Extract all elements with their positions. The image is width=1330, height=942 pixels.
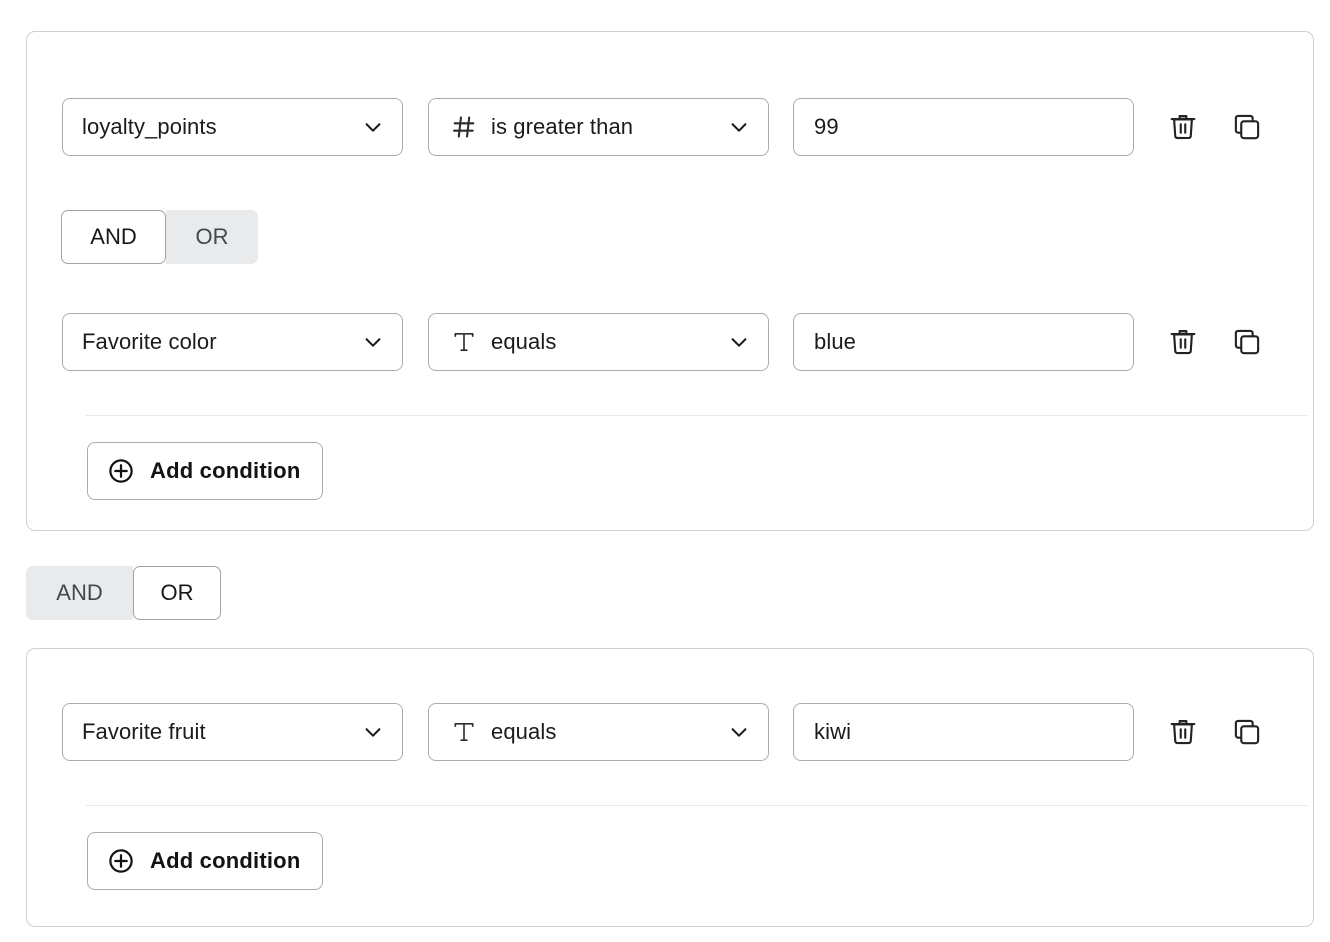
operator-select-label: equals (491, 329, 728, 355)
condition-row: loyalty_points is greater than (62, 98, 1268, 156)
row-actions (1162, 711, 1268, 753)
row-actions (1162, 321, 1268, 363)
delete-condition-button[interactable] (1162, 711, 1204, 753)
value-input-text: 99 (814, 114, 839, 140)
group-divider (86, 805, 1307, 806)
chevron-down-icon (362, 116, 384, 138)
add-condition-label: Add condition (150, 848, 300, 874)
condition-row: Favorite fruit equa (62, 703, 1268, 761)
delete-condition-button[interactable] (1162, 321, 1204, 363)
condition-group-2: Favorite fruit equa (26, 648, 1314, 927)
chevron-down-icon (362, 331, 384, 353)
trash-icon (1168, 327, 1198, 357)
operator-select[interactable]: equals (428, 313, 769, 371)
trash-icon (1168, 717, 1198, 747)
chevron-down-icon (728, 721, 750, 743)
field-select[interactable]: loyalty_points (62, 98, 403, 156)
condition-builder: loyalty_points is greater than (0, 0, 1330, 942)
inner-logic-or-button[interactable]: OR (166, 210, 258, 264)
chevron-down-icon (728, 331, 750, 353)
plus-circle-icon (106, 846, 136, 876)
add-condition-label: Add condition (150, 458, 300, 484)
operator-select-label: is greater than (491, 114, 728, 140)
duplicate-condition-button[interactable] (1226, 106, 1268, 148)
field-select-label: loyalty_points (82, 114, 217, 140)
duplicate-condition-button[interactable] (1226, 711, 1268, 753)
condition-group-1: loyalty_points is greater than (26, 31, 1314, 531)
field-select[interactable]: Favorite fruit (62, 703, 403, 761)
delete-condition-button[interactable] (1162, 106, 1204, 148)
add-condition-button[interactable]: Add condition (87, 442, 323, 500)
add-condition-button[interactable]: Add condition (87, 832, 323, 890)
trash-icon (1168, 112, 1198, 142)
value-input[interactable]: blue (793, 313, 1134, 371)
copy-icon (1232, 112, 1262, 142)
text-icon (449, 717, 479, 747)
condition-row: Favorite color equa (62, 313, 1268, 371)
value-input[interactable]: kiwi (793, 703, 1134, 761)
inner-logic-and-button[interactable]: AND (61, 210, 166, 264)
chevron-down-icon (362, 721, 384, 743)
copy-icon (1232, 327, 1262, 357)
operator-select[interactable]: equals (428, 703, 769, 761)
text-icon (449, 327, 479, 357)
row-actions (1162, 106, 1268, 148)
outer-logic-and-button[interactable]: AND (26, 566, 133, 620)
field-select-label: Favorite fruit (82, 719, 206, 745)
chevron-down-icon (728, 116, 750, 138)
field-select[interactable]: Favorite color (62, 313, 403, 371)
operator-select[interactable]: is greater than (428, 98, 769, 156)
field-select-label: Favorite color (82, 329, 217, 355)
value-input-text: blue (814, 329, 856, 355)
plus-circle-icon (106, 456, 136, 486)
duplicate-condition-button[interactable] (1226, 321, 1268, 363)
hash-icon (449, 112, 479, 142)
outer-logic-toggle: AND OR (26, 566, 221, 620)
value-input-text: kiwi (814, 719, 851, 745)
outer-logic-or-button[interactable]: OR (133, 566, 221, 620)
operator-select-label: equals (491, 719, 728, 745)
value-input[interactable]: 99 (793, 98, 1134, 156)
inner-logic-toggle: AND OR (61, 210, 258, 264)
group-divider (86, 415, 1307, 416)
copy-icon (1232, 717, 1262, 747)
